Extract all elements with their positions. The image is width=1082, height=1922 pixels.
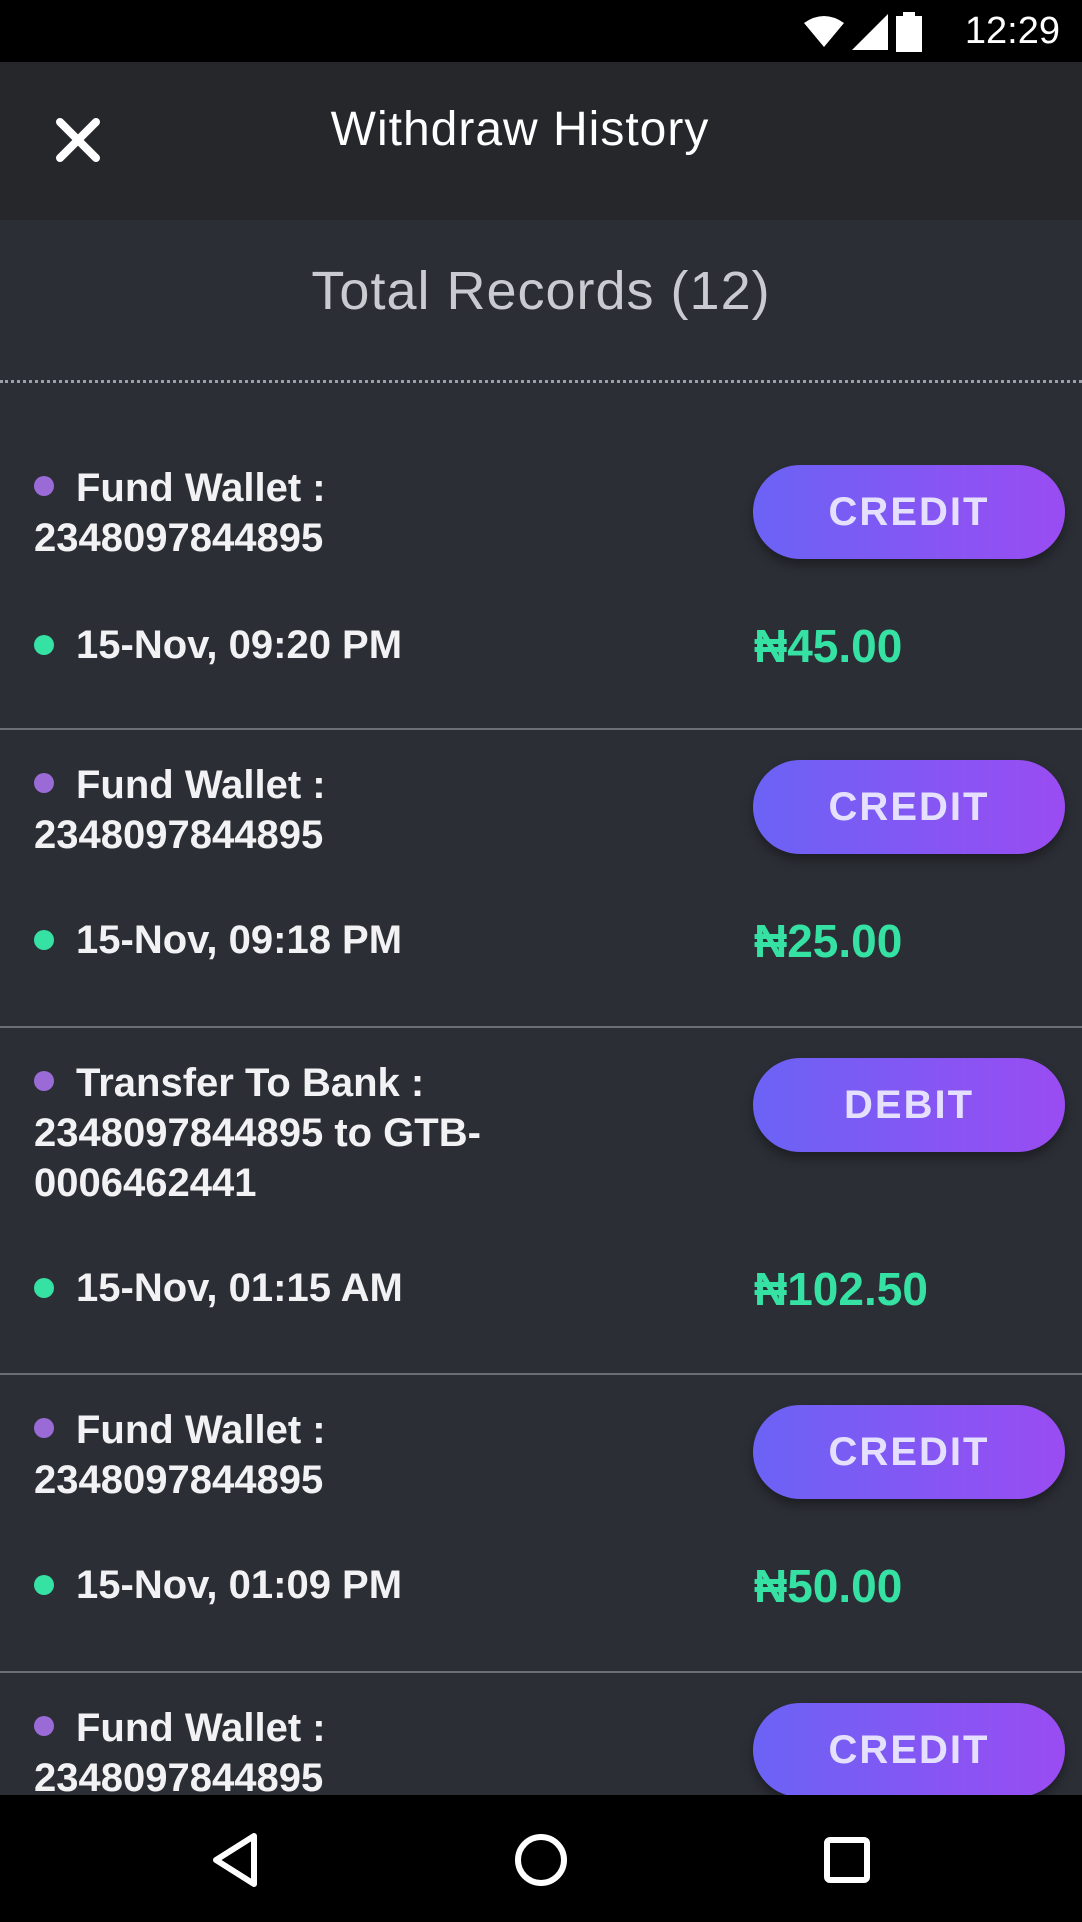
history-row[interactable]: Fund Wallet : 2348097844895 CREDIT xyxy=(0,1673,1082,1795)
status-time: 12:29 xyxy=(964,10,1060,52)
history-row[interactable]: Fund Wallet : 2348097844895 CREDIT 15-No… xyxy=(0,730,1082,1028)
type-badge[interactable]: CREDIT xyxy=(753,1703,1065,1795)
purple-dot-icon xyxy=(34,773,54,794)
purple-dot-icon xyxy=(34,1418,54,1439)
history-list[interactable]: Fund Wallet : 2348097844895 CREDIT 15-No… xyxy=(0,383,1082,1795)
purple-dot-icon xyxy=(34,1716,54,1737)
record-date: 15-Nov, 09:20 PM xyxy=(34,623,402,668)
app-bar: Withdraw History xyxy=(0,62,1082,220)
record-date: 15-Nov, 01:15 AM xyxy=(34,1266,403,1311)
green-dot-icon xyxy=(34,635,54,656)
record-amount: ₦102.50 xyxy=(754,1263,928,1315)
home-button[interactable] xyxy=(506,1825,576,1895)
back-button[interactable] xyxy=(200,1825,270,1895)
home-circle-icon xyxy=(515,1834,567,1886)
purple-dot-icon xyxy=(34,1071,54,1092)
type-badge[interactable]: CREDIT xyxy=(753,465,1065,559)
total-records-label: Total Records (12) xyxy=(311,261,771,321)
record-description: Fund Wallet : 2348097844895 xyxy=(34,1408,326,1502)
type-badge[interactable]: CREDIT xyxy=(753,760,1065,854)
record-amount: ₦45.00 xyxy=(754,620,903,672)
purple-dot-icon xyxy=(34,476,54,497)
type-badge[interactable]: CREDIT xyxy=(753,1405,1065,1499)
recents-square-icon xyxy=(824,1837,870,1883)
records-summary: Total Records (12) xyxy=(0,220,1082,383)
history-row[interactable]: Fund Wallet : 2348097844895 CREDIT 15-No… xyxy=(0,1375,1082,1673)
type-badge[interactable]: DEBIT xyxy=(753,1058,1065,1152)
green-dot-icon xyxy=(34,930,54,951)
record-date: 15-Nov, 01:09 PM xyxy=(34,1563,402,1608)
recents-button[interactable] xyxy=(812,1825,882,1895)
battery-icon xyxy=(896,12,922,52)
history-row[interactable]: Fund Wallet : 2348097844895 CREDIT 15-No… xyxy=(0,383,1082,730)
history-row[interactable]: Transfer To Bank : 2348097844895 to GTB-… xyxy=(0,1028,1082,1375)
record-description: Fund Wallet : 2348097844895 xyxy=(34,1706,326,1795)
status-bar: 12:29 xyxy=(0,0,1082,62)
green-dot-icon xyxy=(34,1278,54,1299)
record-description: Fund Wallet : 2348097844895 xyxy=(34,763,326,857)
record-amount: ₦50.00 xyxy=(754,1560,903,1612)
record-description: Transfer To Bank : 2348097844895 to GTB-… xyxy=(34,1061,481,1205)
record-amount: ₦25.00 xyxy=(754,915,903,967)
record-description: Fund Wallet : 2348097844895 xyxy=(34,466,326,560)
page-title: Withdraw History xyxy=(330,103,710,156)
record-date: 15-Nov, 09:18 PM xyxy=(34,918,402,963)
back-triangle-icon xyxy=(213,1833,257,1887)
signal-icon xyxy=(852,14,888,50)
status-icons xyxy=(804,12,922,52)
green-dot-icon xyxy=(34,1575,54,1596)
navigation-bar xyxy=(0,1795,1082,1922)
wifi-icon xyxy=(804,16,844,47)
